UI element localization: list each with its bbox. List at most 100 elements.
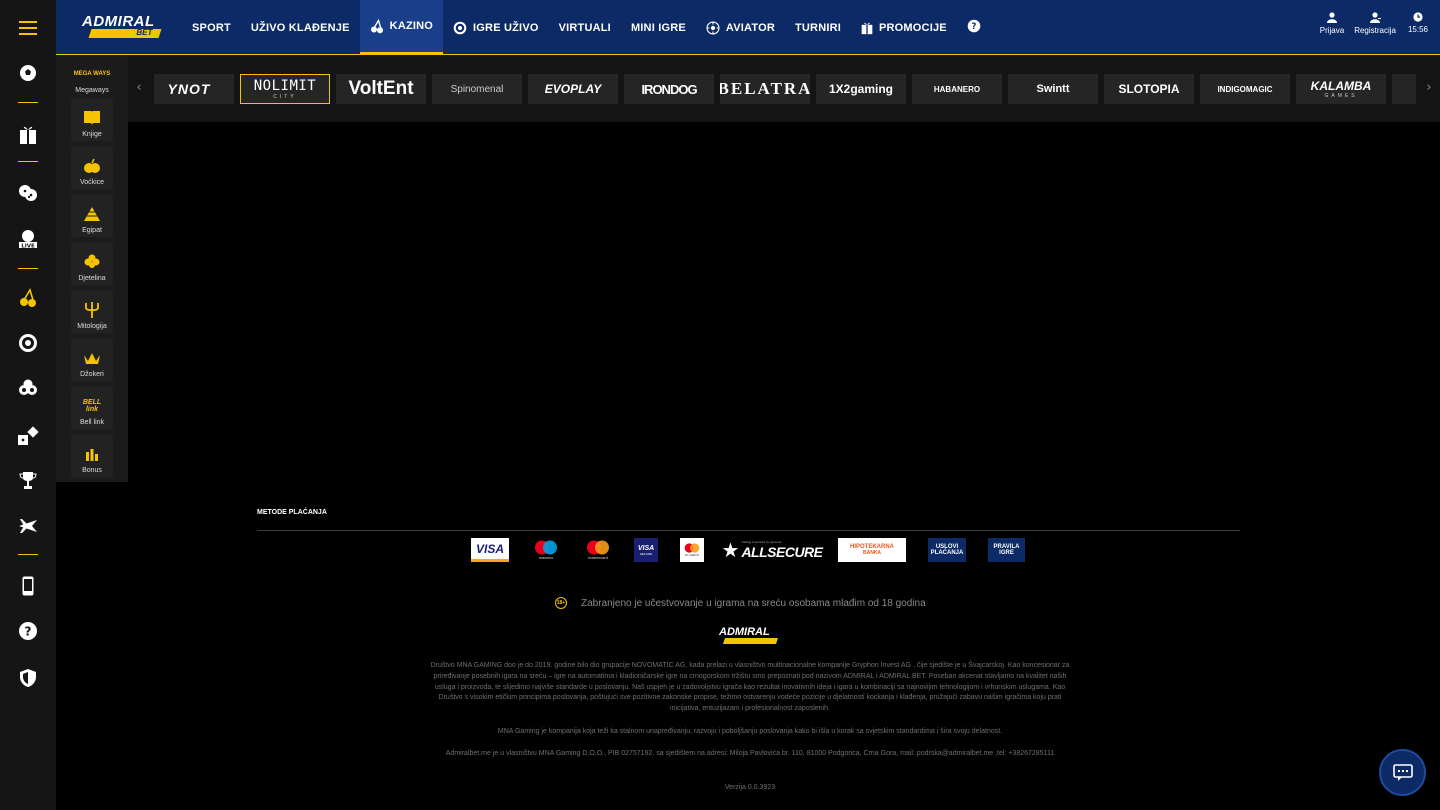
footer-logo[interactable]: ADMIRAL bbox=[719, 627, 779, 645]
category-bonus[interactable]: Bonus bbox=[71, 435, 113, 477]
balls-icon[interactable] bbox=[10, 373, 46, 403]
allsecure-logo[interactable]: ★ Getting it secured by payment ALLSECUR… bbox=[722, 538, 824, 562]
provider-logo: EVOPLAY bbox=[545, 82, 601, 96]
chat-button[interactable] bbox=[1379, 749, 1426, 796]
fruits-icon bbox=[83, 157, 101, 175]
visa-logo[interactable]: VISA bbox=[471, 538, 509, 562]
provider-voltent[interactable]: VoltEnt bbox=[336, 74, 426, 104]
category-bell-link[interactable]: BELL link Bell link bbox=[71, 387, 113, 429]
provider-indigomagic[interactable]: INDIGOMAGIC bbox=[1200, 74, 1290, 104]
nav-aviator[interactable]: AVIATOR bbox=[696, 0, 785, 55]
category-megaways[interactable]: MEGA WAYS Megaways bbox=[71, 55, 113, 97]
chevron-right-icon[interactable]: › bbox=[1422, 81, 1436, 95]
payment-sub: SECURE bbox=[639, 551, 653, 556]
nav-sport[interactable]: SPORT bbox=[182, 0, 241, 55]
category-mythology[interactable]: Mitologija bbox=[71, 291, 113, 333]
category-label: Bell link bbox=[79, 419, 105, 426]
mastercard-id-check-logo[interactable]: ID CHECK bbox=[680, 538, 704, 562]
nav-label: SPORT bbox=[192, 21, 231, 34]
provider-logo: YNOT bbox=[168, 81, 211, 97]
roulette-icon bbox=[453, 21, 467, 35]
provider-evoplay[interactable]: EVOPLAY bbox=[528, 74, 618, 104]
gift-icon[interactable] bbox=[10, 119, 46, 149]
nav-live-games[interactable]: IGRE UŽIVO bbox=[443, 0, 549, 55]
add-user-icon bbox=[1369, 12, 1381, 23]
provider-name: 1X2gaming bbox=[828, 82, 894, 96]
provider-name: KALAMBA bbox=[1310, 79, 1372, 93]
provider-belatra[interactable]: BELATRA bbox=[720, 74, 810, 104]
live-icon[interactable]: LIVE bbox=[10, 224, 46, 254]
nav-label: IGRE UŽIVO bbox=[473, 21, 539, 34]
menu-icon[interactable] bbox=[10, 13, 46, 43]
category-fruits[interactable]: Voćkice bbox=[71, 147, 113, 189]
provider-ynot[interactable]: YNOT bbox=[154, 74, 234, 104]
plane-icon[interactable] bbox=[10, 511, 46, 541]
cherries-icon[interactable] bbox=[10, 283, 46, 313]
clover-icon bbox=[83, 253, 101, 271]
provider-atomic[interactable]: ATOMIC bbox=[1392, 74, 1416, 104]
provider-sub: CITY bbox=[273, 94, 297, 100]
clock: 15:56 bbox=[1406, 12, 1430, 35]
provider-logo: NOLIMIT CITY bbox=[254, 78, 317, 100]
provider-name: HABANERO bbox=[933, 84, 981, 94]
top-navigation-bar: ADMIRAL BET SPORT UŽIVO KLAĐENJE KAZINO … bbox=[56, 0, 1440, 55]
provider-kalamba[interactable]: KALAMBA GAMES bbox=[1296, 74, 1386, 104]
mastercard-logo[interactable]: mastercard bbox=[582, 538, 614, 562]
nav-casino[interactable]: KAZINO bbox=[359, 0, 444, 55]
help-icon[interactable]: ? bbox=[10, 616, 46, 646]
nav-promotions[interactable]: PROMOCIJE bbox=[851, 0, 957, 55]
football-icon[interactable] bbox=[10, 58, 46, 88]
provider-sub: GAMES bbox=[1324, 93, 1358, 99]
book-icon bbox=[83, 109, 101, 127]
mini-games-icon[interactable] bbox=[10, 421, 46, 451]
nav-virtuals[interactable]: VIRTUALI bbox=[549, 0, 621, 55]
provider-swintt[interactable]: Swintt bbox=[1008, 74, 1098, 104]
dice-icon[interactable] bbox=[10, 178, 46, 208]
login-label: Prijava bbox=[1319, 26, 1345, 35]
register-button[interactable]: Registracija bbox=[1354, 12, 1396, 35]
provider-spinomenal[interactable]: Spinomenal bbox=[432, 74, 522, 104]
logo-sub: BET bbox=[136, 28, 153, 37]
roulette-icon[interactable] bbox=[10, 328, 46, 358]
nav-tournaments[interactable]: TURNIRI bbox=[785, 0, 851, 55]
provider-habanero[interactable]: HABANERO bbox=[912, 74, 1002, 104]
nav-label: KAZINO bbox=[389, 20, 434, 32]
trophy-icon[interactable] bbox=[10, 465, 46, 495]
game-rules-link[interactable]: PRAVILA IGRE bbox=[988, 538, 1025, 562]
nav-label: TURNIRI bbox=[794, 21, 841, 34]
category-label: Megaways bbox=[75, 87, 109, 94]
shield-icon[interactable] bbox=[10, 663, 46, 693]
mobile-icon[interactable] bbox=[10, 571, 46, 601]
provider-irondog[interactable]: IRONDOG bbox=[624, 74, 714, 104]
maestro-logo[interactable]: maestro bbox=[530, 538, 562, 562]
visa-secure-logo[interactable]: VISA SECURE bbox=[634, 538, 658, 562]
age-notice-text: Zabranjeno je učestvovanje u igrama na s… bbox=[581, 597, 926, 609]
login-button[interactable]: Prijava bbox=[1320, 12, 1344, 35]
category-clover[interactable]: Djetelina bbox=[71, 243, 113, 285]
provider-1x2gaming[interactable]: 1X2gaming bbox=[816, 74, 906, 104]
provider-name: INDIGOMAGIC bbox=[1217, 84, 1273, 94]
gift-icon bbox=[861, 20, 873, 35]
category-jokers[interactable]: Džokeri bbox=[71, 339, 113, 381]
provider-name: YNOT bbox=[167, 81, 211, 97]
admiral-bet-logo[interactable]: ADMIRAL BET bbox=[82, 14, 162, 40]
rail-separator bbox=[18, 554, 38, 555]
nav-mini-games[interactable]: MINI IGRE bbox=[621, 0, 696, 55]
category-egypt[interactable]: Egipat bbox=[71, 195, 113, 237]
hipotekarna-banka-logo[interactable]: HIPOTEKARNA BANKA bbox=[838, 538, 906, 562]
provider-name: EVOPLAY bbox=[544, 82, 602, 96]
nav-live-betting[interactable]: UŽIVO KLAĐENJE bbox=[241, 0, 360, 55]
logo-bar: BET bbox=[88, 28, 162, 38]
provider-logo: 1X2gaming bbox=[829, 82, 893, 96]
payment-terms-link[interactable]: USLOVI PLAĆANJA bbox=[928, 538, 966, 562]
category-label: Mitologija bbox=[77, 323, 107, 330]
provider-nolimit[interactable]: NOLIMIT CITY bbox=[240, 74, 330, 104]
category-label: Bonus bbox=[82, 467, 102, 474]
nav-help[interactable]: ? bbox=[957, 0, 991, 55]
provider-slotopia[interactable]: SLOTOPIA bbox=[1104, 74, 1194, 104]
svg-text:LIVE: LIVE bbox=[21, 243, 35, 249]
category-label: Voćkice bbox=[79, 179, 105, 186]
chevron-left-icon[interactable]: ‹ bbox=[132, 81, 146, 95]
category-books[interactable]: Knjige bbox=[71, 99, 113, 141]
age-restriction-notice: 18+ Zabranjeno je učestvovanje u igrama … bbox=[555, 597, 926, 609]
